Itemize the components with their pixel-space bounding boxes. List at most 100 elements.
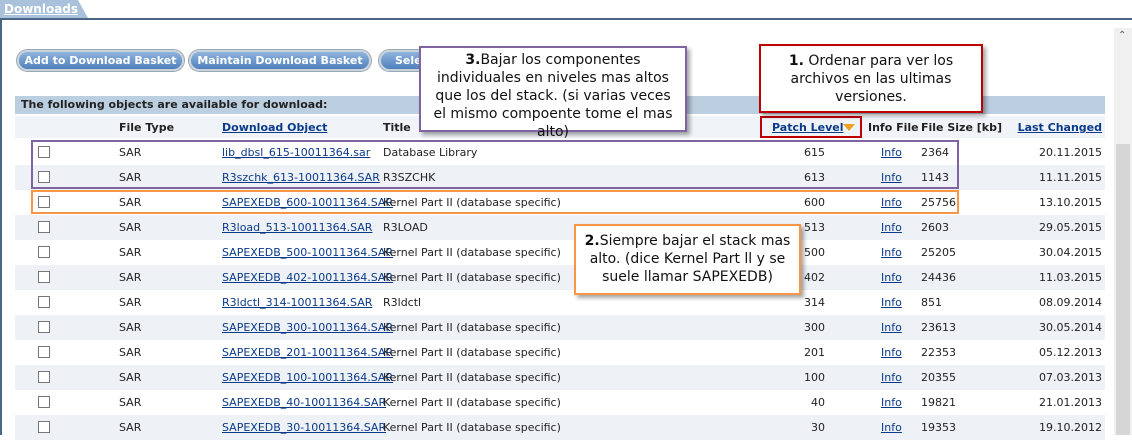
title: R3LOAD (383, 221, 428, 234)
patch-level: 500 (804, 246, 825, 259)
file-type: SAR (119, 221, 142, 234)
info-link[interactable]: Info (881, 396, 902, 409)
file-type: SAR (119, 396, 142, 409)
file-type: SAR (119, 346, 142, 359)
info-link[interactable]: Info (881, 321, 902, 334)
download-object-link[interactable]: SAPEXEDB_30-10011364.SAR (222, 421, 386, 434)
file-size: 25205 (921, 246, 956, 259)
title: Kernel Part II (database specific) (383, 321, 561, 334)
download-object-link[interactable]: SAPEXEDB_500-10011364.SAR (222, 246, 393, 259)
row-checkbox[interactable] (38, 271, 50, 283)
patch-level: 100 (804, 371, 825, 384)
info-link[interactable]: Info (881, 271, 902, 284)
divider (0, 18, 2, 435)
file-size: 24436 (921, 271, 956, 284)
last-changed: 07.03.2013 (1039, 371, 1102, 384)
callout-1: 1. Ordenar para ver los archivos en las … (759, 44, 983, 113)
file-type: SAR (119, 296, 142, 309)
last-changed: 19.10.2012 (1039, 421, 1102, 434)
callout-number: 3. (465, 52, 481, 68)
file-size: 19821 (921, 396, 956, 409)
last-changed: 20.11.2015 (1039, 146, 1102, 159)
callout-2: 2.Siempre bajar el stack mas alto. (dice… (574, 224, 801, 295)
last-changed: 08.09.2014 (1039, 296, 1102, 309)
scroll-thumb[interactable] (1116, 144, 1130, 435)
file-type: SAR (119, 371, 142, 384)
info-link[interactable]: Info (881, 221, 902, 234)
file-size: 19353 (921, 421, 956, 434)
col-title: Title (383, 121, 411, 134)
col-download-object[interactable]: Download Object (222, 121, 327, 134)
title: Kernel Part II (database specific) (383, 371, 561, 384)
title: Kernel Part II (database specific) (383, 346, 561, 359)
file-type: SAR (119, 321, 142, 334)
info-link[interactable]: Info (881, 346, 902, 359)
table-row: SAR SAPEXEDB_40-10011364.SAR Kernel Part… (15, 390, 1105, 415)
file-type: SAR (119, 271, 142, 284)
add-to-basket-button[interactable]: Add to Download Basket (17, 50, 184, 71)
last-changed: 29.05.2015 (1039, 221, 1102, 234)
last-changed: 30.05.2014 (1039, 321, 1102, 334)
last-changed: 11.03.2015 (1039, 271, 1102, 284)
title: R3ldctl (383, 296, 422, 309)
last-changed: 05.12.2013 (1039, 346, 1102, 359)
row-checkbox[interactable] (38, 396, 50, 408)
last-changed: 30.04.2015 (1039, 246, 1102, 259)
row-checkbox[interactable] (38, 371, 50, 383)
highlight-components (31, 140, 959, 189)
table-row: SAR SAPEXEDB_100-10011364.SAR Kernel Par… (15, 365, 1105, 390)
col-file-size: File Size [kb] (921, 121, 1002, 134)
info-link[interactable]: Info (881, 246, 902, 259)
maintain-basket-button[interactable]: Maintain Download Basket (189, 50, 371, 71)
download-object-link[interactable]: SAPEXEDB_40-10011364.SAR (222, 396, 386, 409)
scrollbar[interactable]: ⌃ (1114, 28, 1132, 435)
download-object-link[interactable]: SAPEXEDB_100-10011364.SAR (222, 371, 393, 384)
patch-level: 300 (804, 321, 825, 334)
download-object-link[interactable]: SAPEXEDB_300-10011364.SAR (222, 321, 393, 334)
callout-3: 3.Bajar los componentes individuales en … (419, 46, 687, 140)
download-object-link[interactable]: R3ldctl_314-10011364.SAR (222, 296, 372, 309)
scroll-up-icon[interactable]: ⌃ (1118, 30, 1126, 41)
info-link[interactable]: Info (881, 296, 902, 309)
col-file-type: File Type (119, 121, 175, 134)
file-type: SAR (119, 421, 142, 434)
patch-level: 314 (804, 296, 825, 309)
callout-text: Siempre bajar el stack mas alto. (dice K… (589, 233, 791, 285)
file-size: 23613 (921, 321, 956, 334)
table-row: SAR SAPEXEDB_300-10011364.SAR Kernel Par… (15, 315, 1105, 340)
title: Kernel Part II (database specific) (383, 271, 561, 284)
title: Kernel Part II (database specific) (383, 421, 561, 434)
patch-level: 201 (804, 346, 825, 359)
table-row: SAR SAPEXEDB_402-10011364.SAR Kernel Par… (15, 265, 1105, 290)
title: Kernel Part II (database specific) (383, 396, 561, 409)
row-checkbox[interactable] (38, 296, 50, 308)
downloads-tab-label[interactable]: Downloads (4, 2, 78, 16)
row-checkbox[interactable] (38, 346, 50, 358)
table-row: SAR SAPEXEDB_30-10011364.SAR Kernel Part… (15, 415, 1105, 440)
patch-level: 40 (811, 396, 825, 409)
download-object-link[interactable]: R3load_513-10011364.SAR (222, 221, 372, 234)
row-checkbox[interactable] (38, 421, 50, 433)
file-size: 2603 (921, 221, 949, 234)
row-checkbox[interactable] (38, 221, 50, 233)
highlight-patch-level (760, 116, 862, 138)
highlight-stack (31, 190, 959, 214)
info-link[interactable]: Info (881, 421, 902, 434)
download-object-link[interactable]: SAPEXEDB_402-10011364.SAR (222, 271, 393, 284)
downloads-tab[interactable]: Downloads (0, 0, 88, 18)
patch-level: 513 (804, 221, 825, 234)
divider (0, 18, 1132, 20)
row-checkbox[interactable] (38, 321, 50, 333)
file-size: 851 (921, 296, 942, 309)
info-link[interactable]: Info (881, 371, 902, 384)
download-object-link[interactable]: SAPEXEDB_201-10011364.SAR (222, 346, 393, 359)
callout-text: Ordenar para ver los archivos en las ult… (790, 53, 954, 105)
row-checkbox[interactable] (38, 246, 50, 258)
table-row: SAR R3ldctl_314-10011364.SAR R3ldctl 314… (15, 290, 1105, 315)
callout-number: 2. (584, 233, 600, 249)
table-row: SAR SAPEXEDB_500-10011364.SAR Kernel Par… (15, 240, 1105, 265)
col-last-changed[interactable]: Last Changed (1018, 121, 1102, 134)
file-type: SAR (119, 246, 142, 259)
last-changed: 11.11.2015 (1039, 171, 1102, 184)
table-row: SAR SAPEXEDB_201-10011364.SAR Kernel Par… (15, 340, 1105, 365)
